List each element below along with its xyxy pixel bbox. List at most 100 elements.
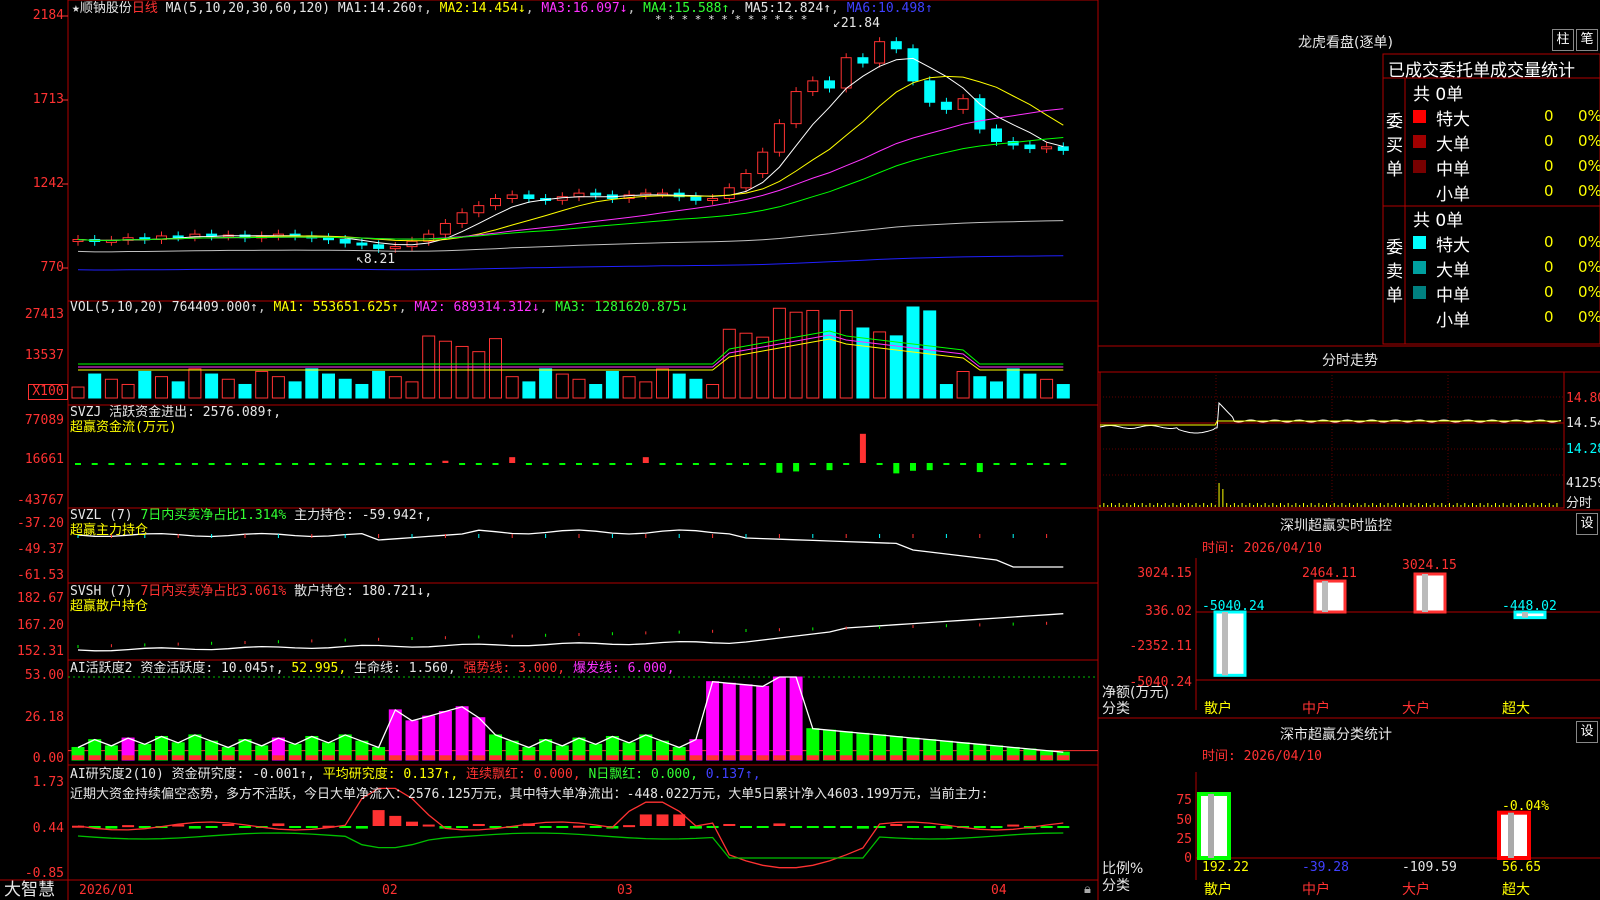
fund-flow-bar — [743, 463, 749, 465]
activity-bar — [772, 676, 786, 761]
svsh-tick: 167.20 — [17, 618, 64, 633]
candle-body — [1024, 144, 1036, 150]
activity-base-bar — [406, 755, 418, 760]
activity-base-bar — [489, 755, 502, 760]
fund-flow-bar — [158, 463, 165, 465]
svzj-header: SVZJ 活跃资金进出: 2576.089↑, — [70, 405, 282, 420]
candle-body — [957, 98, 969, 110]
ai1-header: AI活跃度2 资金活跃度: 10.045↑, 52.995, 生命线: 1.56… — [70, 661, 675, 676]
classify-y-tick: 50 — [1176, 813, 1192, 828]
fund-flow-bar — [75, 463, 81, 465]
vol-ma2: MA2: 689314.312↓ — [414, 300, 540, 315]
monitor-cat: 超大 — [1502, 701, 1530, 717]
volume-bar — [572, 378, 586, 399]
activity-base-bar — [973, 755, 986, 760]
classify-settings-button[interactable]: 设 — [1576, 721, 1598, 743]
monitor-bar-label: -5040.24 — [1202, 599, 1265, 614]
research-bar — [472, 823, 485, 826]
volume-bar — [171, 381, 185, 399]
volume-bar — [806, 309, 820, 399]
research-bar — [122, 825, 135, 828]
buy-total: 共 0单 — [1413, 85, 1464, 105]
activity-base-bar — [188, 755, 201, 760]
monitor-bar — [1213, 610, 1247, 677]
fund-flow-bar — [626, 463, 633, 465]
candle-body — [723, 187, 735, 199]
activity-base-bar — [840, 755, 853, 760]
classify-cat: 超大 — [1502, 882, 1530, 898]
volume-bar — [355, 383, 369, 399]
ai2-note: 近期大资金持续偏空态势，多方不活跃，今日大单净流入：2576.125万元，其中特… — [70, 787, 989, 802]
activity-base-bar — [856, 755, 869, 760]
research-bar — [1040, 826, 1053, 828]
ai2-last: 0.137↑, — [705, 767, 761, 782]
research-bar — [940, 826, 953, 829]
sell-m-swatch — [1413, 286, 1426, 299]
tick-mode-button[interactable]: 笔 — [1576, 29, 1598, 51]
sell-row-count: 0 — [1544, 308, 1554, 326]
fenshi-title[interactable]: 分时走势 — [1322, 350, 1378, 370]
vol-unit[interactable]: X100 — [28, 384, 68, 400]
chart-canvas[interactable] — [0, 0, 1600, 900]
fund-flow-bar — [409, 463, 415, 465]
research-bar — [272, 823, 285, 826]
activity-base-bar — [873, 755, 886, 760]
fund-flow-bar — [91, 463, 98, 465]
research-bar — [188, 826, 201, 829]
candle-body — [940, 101, 952, 110]
research-bar — [105, 826, 118, 829]
activity-bar — [405, 720, 419, 761]
activity-base-bar — [623, 755, 636, 760]
volume-bar — [990, 381, 1003, 399]
candle-body — [907, 48, 919, 82]
activity-base-bar — [339, 755, 352, 760]
svsh-tick: 182.67 — [17, 591, 64, 606]
fund-flow-bar — [893, 463, 900, 474]
buy-row-pct: 0% — [1578, 182, 1600, 200]
fund-flow-bar — [776, 463, 783, 473]
signal-marks: * * * * * * * * * * * * — [655, 13, 808, 26]
ma-line — [77, 255, 1064, 271]
fund-flow-bar — [225, 463, 232, 465]
volume-bar — [121, 383, 135, 399]
candle-body — [389, 246, 401, 250]
research-bar — [539, 826, 552, 828]
fenshi-price-tick: 14.80 — [1566, 391, 1600, 406]
activity-base-bar — [322, 755, 335, 760]
period-label[interactable]: 日线 — [132, 1, 158, 16]
bar-mode-button[interactable]: 柱 — [1552, 29, 1574, 51]
candle-body — [590, 192, 602, 196]
svzj-tick: 77089 — [24, 413, 64, 428]
activity-base-bar — [689, 755, 702, 760]
svzj-tick: 16661 — [24, 452, 64, 467]
lock-icon[interactable]: 🔒︎ — [1084, 882, 1091, 897]
brand-logo[interactable]: 大智慧 — [4, 881, 55, 900]
research-bar — [840, 826, 853, 828]
fund-flow-bar — [809, 463, 816, 465]
classify-bar-shade — [1208, 794, 1214, 858]
fund-flow-bar — [1060, 463, 1067, 465]
panel-frames — [0, 0, 1600, 900]
svzj-title: 超赢资金流(万元) — [70, 420, 177, 435]
fund-flow-bar — [642, 457, 649, 463]
fund-flow-bar — [826, 463, 833, 471]
activity-base-bar — [456, 755, 469, 760]
volume-bar — [505, 376, 519, 399]
ma-line — [77, 75, 1064, 242]
buy-l-swatch — [1413, 135, 1426, 148]
volume-bar — [305, 368, 319, 399]
retail-holding-line — [77, 613, 1064, 652]
volume-bar — [388, 376, 402, 399]
sell-row-count: 0 — [1544, 283, 1554, 301]
activity-base-bar — [923, 755, 936, 760]
research-bar — [856, 826, 869, 829]
stock-title[interactable]: ★顺钠股份 — [72, 1, 132, 16]
sell-row-name: 小单 — [1436, 311, 1470, 331]
sell-row-pct: 0% — [1578, 233, 1600, 251]
svsh-tick: 152.31 — [17, 644, 64, 659]
candle-body — [974, 98, 986, 130]
volume-bar — [188, 368, 202, 399]
ma6-value: 10.498↑ — [878, 1, 933, 16]
classify-cat: 散户 — [1204, 882, 1232, 898]
monitor-settings-button[interactable]: 设 — [1576, 513, 1598, 535]
